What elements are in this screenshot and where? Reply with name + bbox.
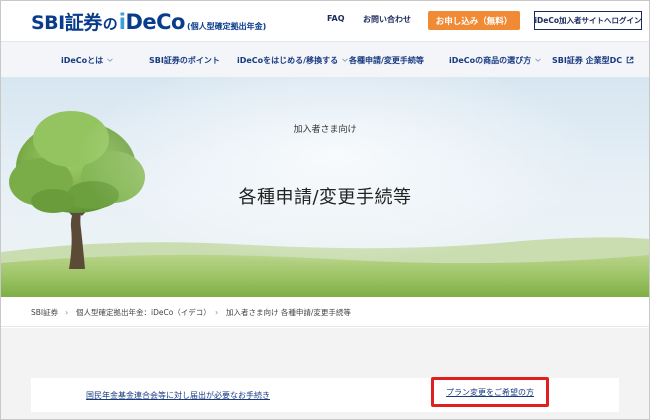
logo-ideco-text: iDeCo [119, 10, 186, 34]
plan-change-link[interactable]: プラン変更をご希望の方 [431, 377, 549, 407]
logo-no-text: の [102, 15, 118, 33]
sbi-ideco-logo[interactable]: SBI証券 の iDeCo (個人型確定拠出年金) [31, 8, 266, 34]
contact-link[interactable]: お問い合わせ [363, 14, 411, 25]
nav-item-label: 各種申請/変更手続等 [349, 55, 424, 65]
breadcrumb-item-current: 加入者さま向け 各種申請/変更手続等 [226, 307, 351, 317]
breadcrumb: SBI証券 › 個人型確定拠出年金：iDeCo（イデコ） › 加入者さま向け 各… [1, 297, 649, 327]
logo-subtitle: (個人型確定拠出年金) [186, 22, 267, 31]
chevron-down-icon [342, 58, 348, 62]
faq-link[interactable]: FAQ [327, 14, 345, 23]
breadcrumb-separator: › [65, 307, 69, 317]
external-link-icon [626, 56, 634, 64]
hero-subtitle: 加入者さま向け [293, 125, 357, 135]
nav-item-label: SBI証券のポイント [149, 55, 220, 65]
notification-procedures-link[interactable]: 国民年金基金連合会等に対し届出が必要なお手続き [86, 378, 270, 412]
breadcrumb-item-ideco[interactable]: 個人型確定拠出年金：iDeCo（イデコ） [76, 297, 211, 327]
logo-sbi-text: SBI証券 [31, 12, 102, 34]
page-title: 各種申請/変更手続等 [238, 187, 412, 208]
chevron-down-icon [535, 58, 542, 62]
nav-item-corporate-dc[interactable]: SBI証券 企業型DC [552, 42, 634, 78]
site-header: SBI証券 の iDeCo (個人型確定拠出年金) FAQ お問い合わせ お申し… [1, 1, 649, 41]
apply-button[interactable]: お申し込み（無料） [428, 11, 520, 30]
nav-item-choose-products[interactable]: iDeCoの商品の選び方 [449, 42, 542, 78]
login-button[interactable]: iDeCo加入者サイトへログイン [534, 11, 642, 30]
chevron-down-icon [107, 58, 114, 62]
nav-item-sbi-points[interactable]: SBI証券のポイント [149, 42, 220, 78]
page: SBI証券 の iDeCo (個人型確定拠出年金) FAQ お問い合わせ お申し… [0, 0, 650, 420]
logo-ideco-rest: DeCo [125, 10, 185, 34]
procedure-links: 国民年金基金連合会等に対し届出が必要なお手続き プラン変更をご希望の方 [31, 377, 619, 412]
nav-item-label: SBI証券 企業型DC [552, 55, 623, 65]
nav-item-label: iDeCoをはじめる/移換する [237, 55, 339, 65]
nav-item-start-transfer[interactable]: iDeCoをはじめる/移換する [237, 42, 349, 78]
nav-item-about-ideco[interactable]: iDeCoとは [61, 42, 114, 78]
nav-item-procedures[interactable]: 各種申請/変更手続等 [349, 42, 424, 78]
main-nav: iDeCoとは SBI証券のポイント iDeCoをはじめる/移換する 各種申請/… [1, 41, 649, 77]
hero-banner: 加入者さま向け 各種申請/変更手続等 [1, 77, 649, 297]
nav-item-label: iDeCoの商品の選び方 [449, 55, 532, 65]
content-area: 国民年金基金連合会等に対し届出が必要なお手続き プラン変更をご希望の方 [1, 328, 649, 419]
breadcrumb-separator: › [215, 307, 219, 317]
nav-item-label: iDeCoとは [61, 55, 104, 65]
breadcrumb-item-sbi[interactable]: SBI証券 [31, 297, 58, 327]
